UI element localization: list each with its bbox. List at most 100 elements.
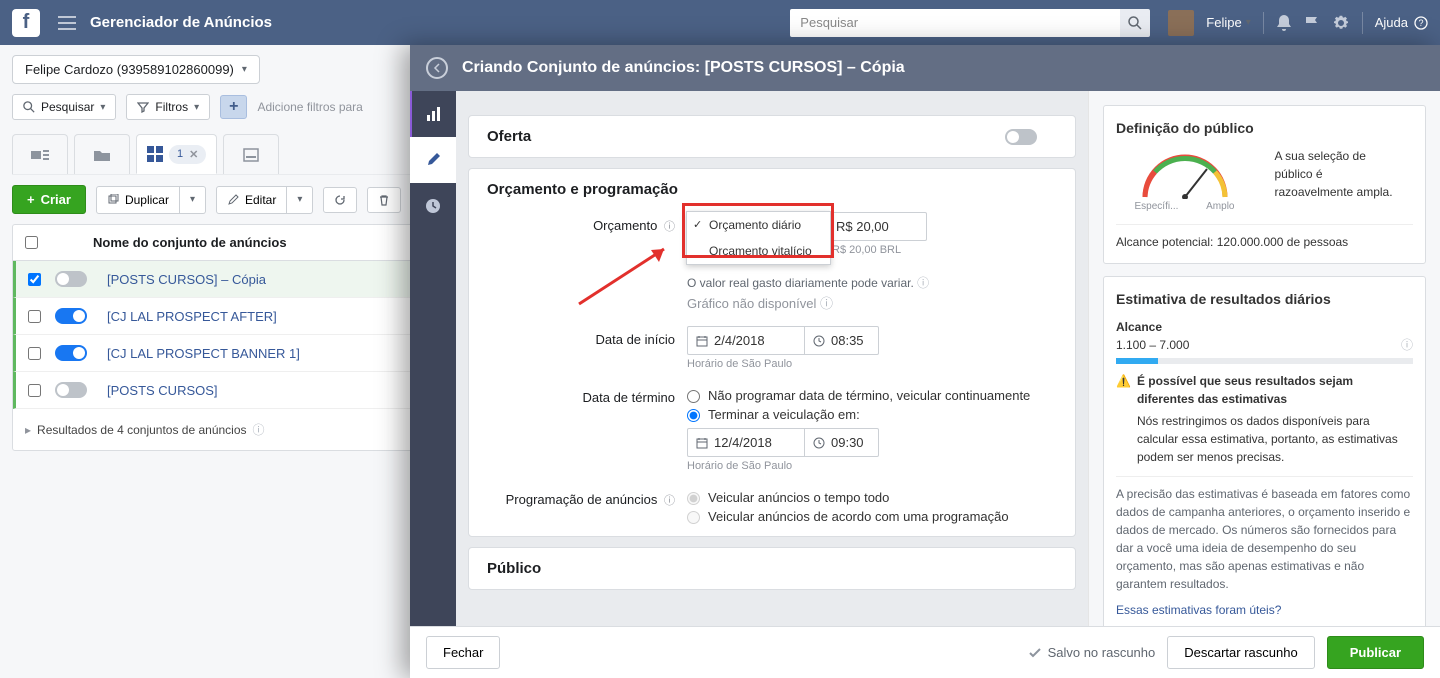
sidebar-tab-history[interactable] <box>410 183 456 229</box>
end-date-label: Data de término <box>487 384 687 472</box>
calendar-icon <box>696 437 708 449</box>
ad-icon <box>243 148 259 162</box>
row-checkbox[interactable] <box>28 384 41 397</box>
info-icon[interactable]: ⓘ <box>1401 336 1413 354</box>
row-name-link[interactable]: [CJ LAL PROSPECT BANNER 1] <box>107 346 300 361</box>
bar-chart-icon <box>425 105 443 123</box>
info-icon[interactable]: ⓘ <box>664 495 675 507</box>
end-radio-continuous[interactable]: Não programar data de término, veicular … <box>687 388 1057 403</box>
filter-hint: Adicione filtros para <box>257 100 362 114</box>
bell-icon[interactable] <box>1276 14 1292 32</box>
flag-icon[interactable] <box>1304 15 1320 31</box>
budget-option-daily[interactable]: Orçamento diário <box>687 212 830 238</box>
info-icon[interactable]: ⓘ <box>253 421 265 438</box>
budget-label: Orçamento ⓘ <box>487 212 687 291</box>
gear-icon[interactable] <box>1332 14 1350 32</box>
facebook-logo[interactable]: f <box>12 9 40 37</box>
discard-button[interactable]: Descartar rascunho <box>1167 636 1314 669</box>
adsched-radio-plan: Veicular anúncios de acordo com uma prog… <box>687 509 1057 524</box>
add-filter-button[interactable]: + <box>220 95 247 119</box>
pencil-icon <box>227 194 239 206</box>
info-icon[interactable]: ⓘ <box>917 276 929 290</box>
info-icon[interactable]: ⓘ <box>820 296 833 311</box>
row-toggle[interactable] <box>55 308 87 324</box>
saved-status: Salvo no rascunho <box>1028 645 1156 660</box>
create-button[interactable]: + Criar <box>12 185 86 214</box>
check-icon <box>1028 646 1042 660</box>
tz-note-end: Horário de São Paulo <box>687 460 1057 472</box>
calendar-icon <box>696 335 708 347</box>
row-name-link[interactable]: [CJ LAL PROSPECT AFTER] <box>107 309 277 324</box>
hamburger-icon[interactable] <box>58 16 76 30</box>
svg-text:?: ? <box>1418 18 1423 28</box>
potential-reach: Alcance potencial: 120.000.000 de pessoa… <box>1116 224 1413 251</box>
budget-option-lifetime[interactable]: Orçamento vitalício <box>687 238 830 264</box>
reach-label: Alcance <box>1116 318 1413 336</box>
publish-button[interactable]: Publicar <box>1327 636 1424 669</box>
duplicate-dropdown[interactable]: ▾ <box>180 186 206 214</box>
row-name-link[interactable]: [POSTS CURSOS] <box>107 383 218 398</box>
edit-button[interactable]: Editar <box>216 186 287 214</box>
tz-note-start: Horário de São Paulo <box>687 358 1057 370</box>
sidebar-tab-chart[interactable] <box>410 91 456 137</box>
user-menu[interactable]: Felipe ▾ <box>1206 15 1250 30</box>
filter-search-button[interactable]: Pesquisar ▾ <box>12 94 116 120</box>
close-button[interactable]: Fechar <box>426 636 500 669</box>
clear-selection-icon[interactable]: ✕ <box>189 148 198 161</box>
edit-dropdown[interactable]: ▾ <box>287 186 313 214</box>
avatar[interactable] <box>1168 10 1194 36</box>
offer-toggle[interactable] <box>1005 129 1037 145</box>
collapse-icon[interactable] <box>426 57 448 79</box>
row-toggle[interactable] <box>55 382 87 398</box>
table-select-all[interactable] <box>25 236 38 249</box>
row-name-link[interactable]: [POSTS CURSOS] – Cópia <box>107 272 266 287</box>
filter-icon <box>137 101 149 113</box>
audience-def-title: Definição do público <box>1116 118 1413 139</box>
start-date-input[interactable]: 2/4/2018 <box>687 326 805 355</box>
topbar-search-input[interactable] <box>790 9 1120 37</box>
budget-amount-input[interactable]: R$ 20,00 <box>827 212 927 241</box>
filter-filters-button[interactable]: Filtros ▾ <box>126 94 210 120</box>
help-icon: ? <box>1414 16 1428 30</box>
end-time-input[interactable]: 09:30 <box>805 428 879 457</box>
search-icon <box>1128 16 1142 30</box>
feedback-link[interactable]: Essas estimativas foram úteis? <box>1116 601 1413 619</box>
app-title: Gerenciador de Anúncios <box>90 14 272 31</box>
warning-icon: ⚠️ <box>1116 372 1131 466</box>
row-checkbox[interactable] <box>28 310 41 323</box>
row-checkbox[interactable] <box>28 347 41 360</box>
end-radio-schedule[interactable]: Terminar a veiculação em: <box>687 407 1057 422</box>
reach-progress <box>1116 358 1413 364</box>
search-icon <box>23 101 35 113</box>
budget-subhint: R$ 20,00 BRL <box>832 244 1057 256</box>
editor-title: Criando Conjunto de anúncios: [POSTS CUR… <box>462 59 905 77</box>
chart-na: Gráfico não disponível <box>687 296 816 311</box>
clock-icon <box>813 437 825 449</box>
sidebar-tab-edit[interactable] <box>410 137 456 183</box>
audience-section-title: Público <box>487 560 1057 577</box>
toolbar-delete-button[interactable] <box>367 187 401 213</box>
row-checkbox[interactable] <box>28 273 41 286</box>
tab-adsets[interactable]: 1 ✕ <box>136 134 217 174</box>
budget-section-title: Orçamento e programação <box>487 181 1057 198</box>
tab-adsets-folder[interactable] <box>74 134 130 174</box>
disclaimer: A precisão das estimativas é baseada em … <box>1116 476 1413 593</box>
tab-campaigns[interactable] <box>12 134 68 174</box>
refresh-icon <box>334 194 346 206</box>
warn-title: É possível que seus resultados sejam dif… <box>1137 372 1413 408</box>
duplicate-button[interactable]: Duplicar <box>96 186 180 214</box>
expand-icon[interactable]: ▸ <box>25 423 31 437</box>
topbar-search-button[interactable] <box>1120 9 1150 37</box>
start-time-input[interactable]: 08:35 <box>805 326 879 355</box>
row-toggle[interactable] <box>55 271 87 287</box>
help-link[interactable]: Ajuda ? <box>1375 15 1428 30</box>
end-date-input[interactable]: 12/4/2018 <box>687 428 805 457</box>
tab-ads[interactable] <box>223 134 279 174</box>
adsched-radio-all: Veicular anúncios o tempo todo <box>687 490 1057 505</box>
table-col-name[interactable]: Nome do conjunto de anúncios <box>93 235 287 250</box>
offer-section-title: Oferta <box>487 128 531 145</box>
info-icon[interactable]: ⓘ <box>664 221 675 233</box>
account-selector[interactable]: Felipe Cardozo (939589102860099) ▾ <box>12 55 260 84</box>
toolbar-refresh-button[interactable] <box>323 187 357 213</box>
row-toggle[interactable] <box>55 345 87 361</box>
